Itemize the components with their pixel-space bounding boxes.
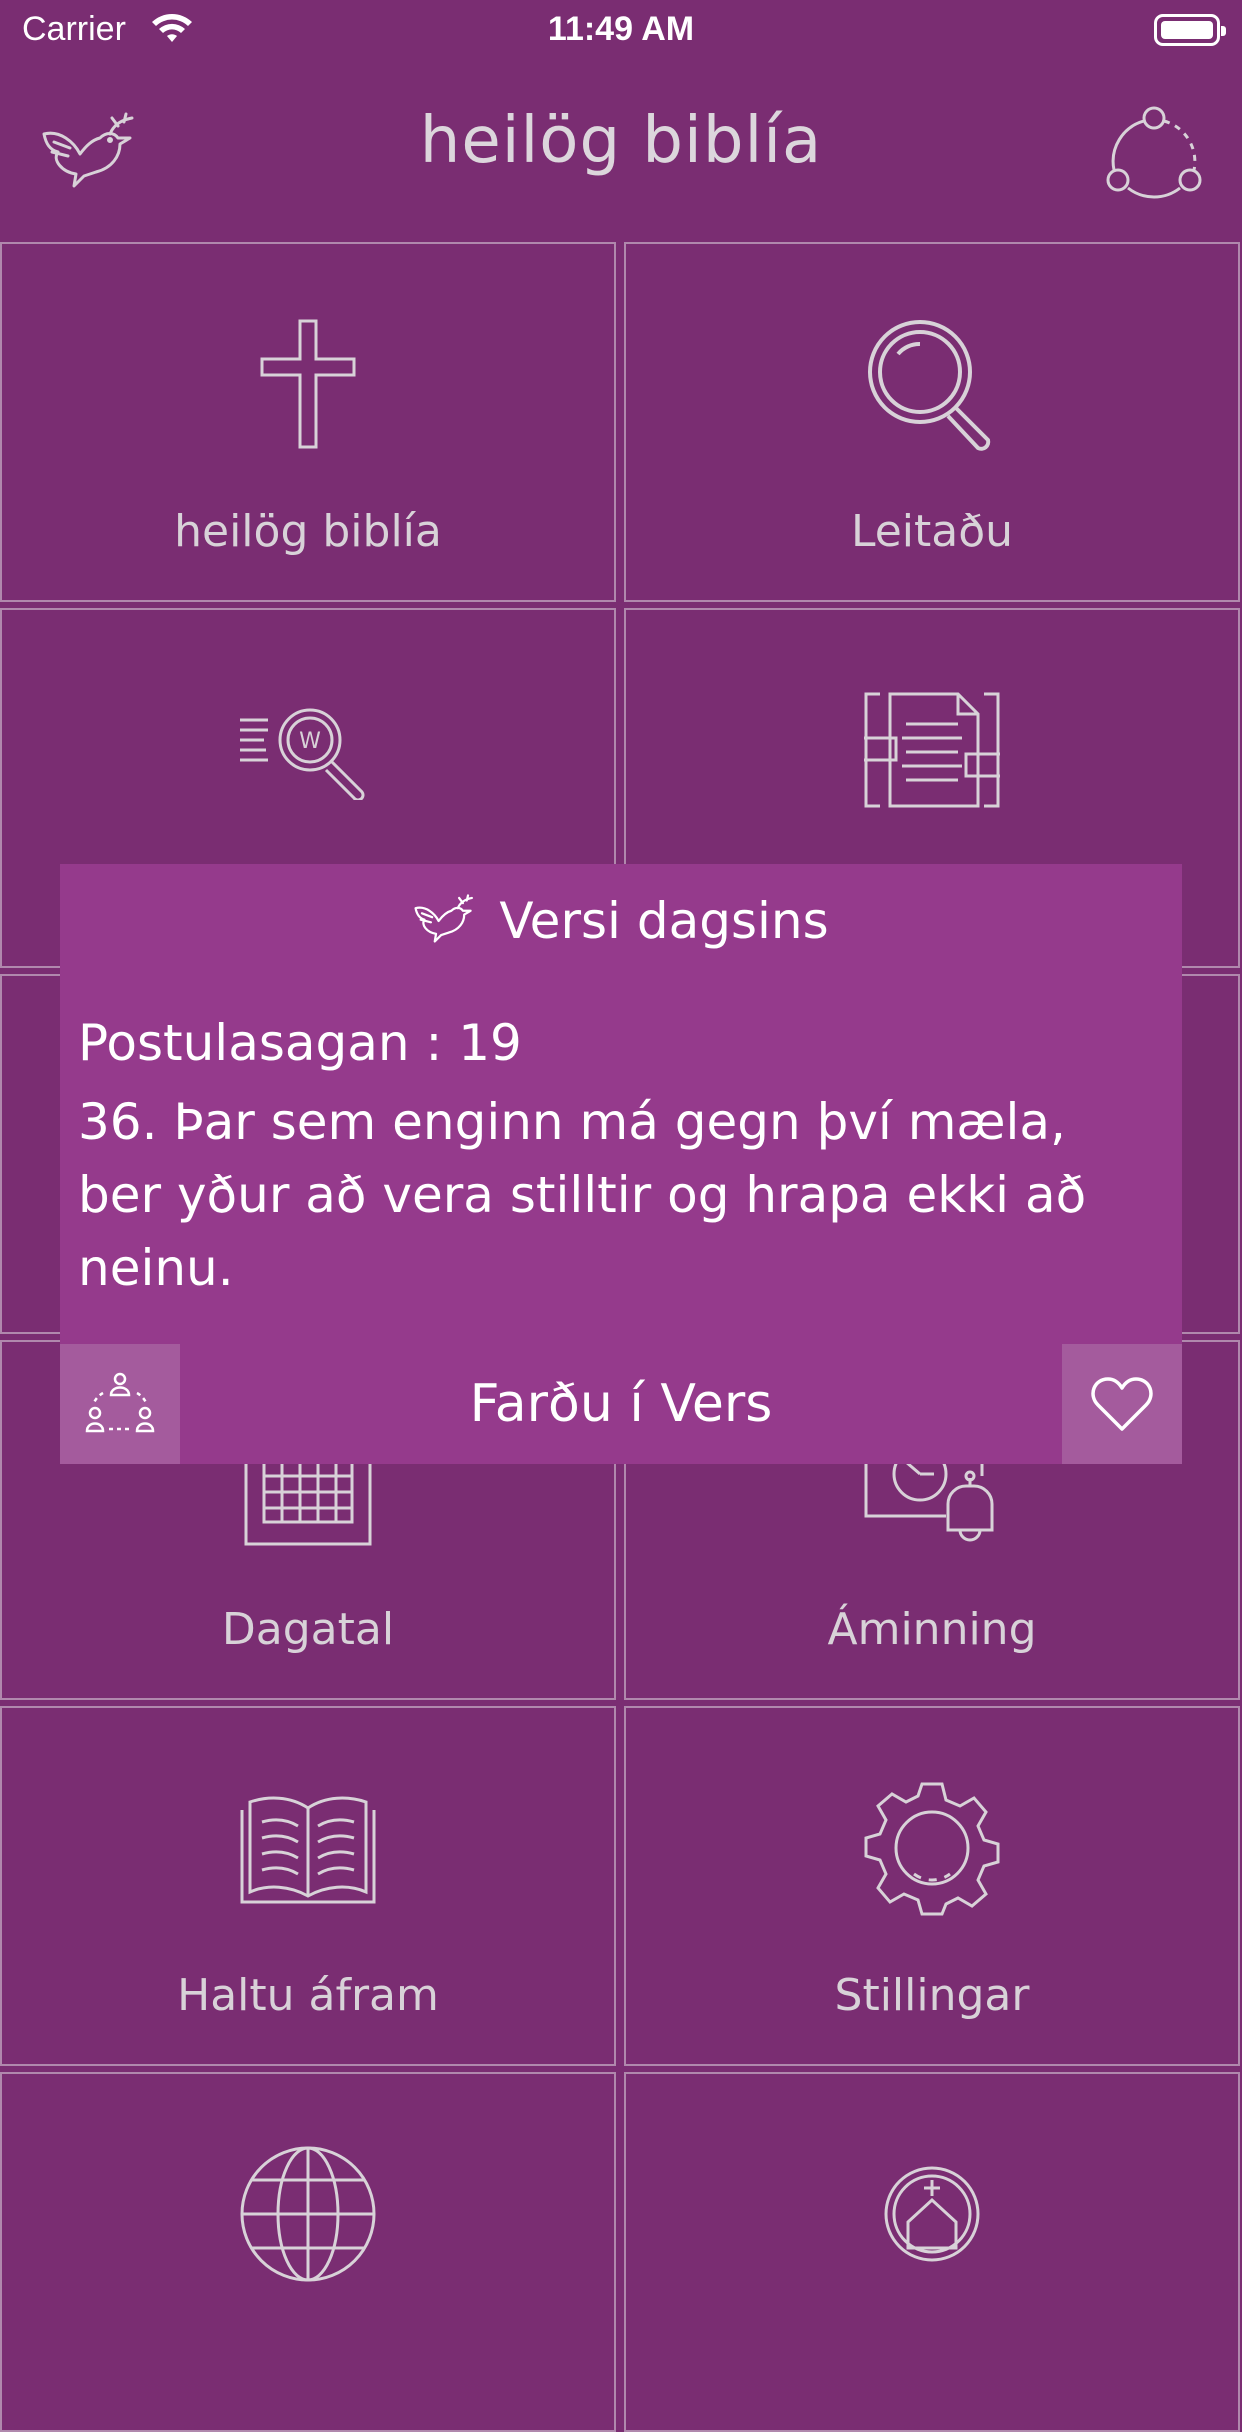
tile-label: Haltu áfram bbox=[177, 1970, 439, 2021]
tile-continue[interactable]: Haltu áfram bbox=[0, 1706, 616, 2066]
page-title: heilög biblía bbox=[419, 104, 823, 178]
tile-church[interactable] bbox=[624, 2072, 1240, 2432]
tile-label: Stillingar bbox=[834, 1970, 1030, 2021]
gear-icon bbox=[864, 1782, 1000, 1916]
tile-label: Áminning bbox=[827, 1604, 1037, 1655]
open-book-icon bbox=[240, 1796, 376, 1904]
nav-bar: heilög biblía bbox=[0, 62, 1242, 242]
search-icon bbox=[868, 320, 991, 451]
svg-text:W: W bbox=[299, 729, 321, 754]
tile-search[interactable]: Leitaðu bbox=[624, 242, 1240, 602]
globe-icon bbox=[240, 2146, 376, 2282]
verse-reference: Postulasagan : 19 bbox=[78, 1014, 522, 1072]
people-share-icon bbox=[85, 1372, 155, 1433]
cross-icon bbox=[260, 319, 356, 449]
verse-text: 36. Þar sem enginn má gegn því mæla, ber… bbox=[78, 1093, 1087, 1297]
share-icon[interactable] bbox=[1104, 104, 1204, 200]
tile-settings[interactable]: Stillingar bbox=[624, 1706, 1240, 2066]
dove-icon bbox=[414, 894, 474, 943]
status-time: 11:49 AM bbox=[547, 10, 695, 48]
tile-globe[interactable] bbox=[0, 2072, 616, 2432]
status-bar: Carrier 11:49 AM bbox=[0, 0, 1242, 62]
favorite-button[interactable] bbox=[1062, 1344, 1182, 1464]
popup-title: Versi dagsins bbox=[499, 892, 829, 950]
tile-label: Leitaðu bbox=[850, 506, 1014, 557]
popup-header: Versi dagsins bbox=[60, 892, 1182, 962]
verse-of-the-day-popup: Versi dagsins Postulasagan : 19 36. Þar … bbox=[60, 864, 1182, 1464]
battery-icon bbox=[1154, 14, 1226, 46]
tile-label: heilög biblía bbox=[174, 506, 442, 557]
church-icon bbox=[884, 2166, 980, 2262]
popup-footer: Farðu í Vers bbox=[60, 1344, 1182, 1464]
heart-icon bbox=[1091, 1377, 1153, 1431]
word-search-icon: W bbox=[240, 708, 365, 800]
go-to-verse-button[interactable]: Farðu í Vers bbox=[180, 1344, 1062, 1464]
tile-holy-bible[interactable]: heilög biblía bbox=[0, 242, 616, 602]
tile-label: Dagatal bbox=[221, 1604, 395, 1655]
share-verse-button[interactable] bbox=[60, 1344, 180, 1464]
document-icon bbox=[864, 692, 1000, 808]
